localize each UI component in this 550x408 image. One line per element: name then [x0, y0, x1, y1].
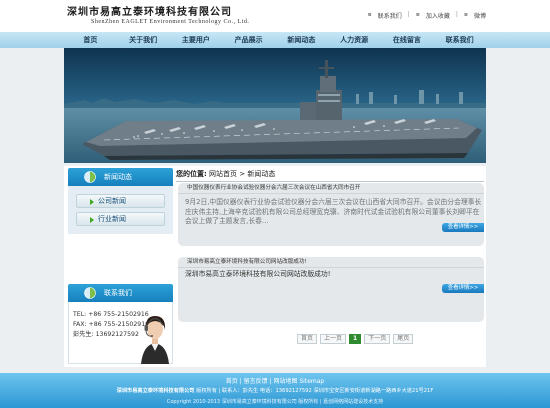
view-details-button[interactable]: 查看详情>>	[442, 223, 484, 232]
sidebar-contact-header: 联系我们	[68, 284, 173, 302]
customer-service-headset-avatar	[141, 316, 169, 364]
nav-item-contact[interactable]: 联系我们	[433, 32, 486, 48]
top-link-bookmark[interactable]: 加入收藏	[426, 11, 450, 20]
news-item: 深圳市易高立泰环境科技有限公司网站改版成功! 深圳市易高立泰环境科技有限公司网站…	[178, 257, 484, 322]
sidebar-news-box: 新闻动态 公司新闻 行业新闻	[68, 168, 173, 234]
breadcrumb-separator: >	[239, 170, 246, 178]
breadcrumb: 您的位置: 网站首页 > 新闻动态	[176, 168, 484, 182]
sidebar-item-label: 行业新闻	[98, 215, 126, 223]
footer-contact-info: 版权所有 | 联系人：彭先生 电话：13692127592 深圳市宝安区新安街道…	[196, 388, 434, 394]
news-title-link[interactable]: 深圳市易高立泰环境科技有限公司网站改版成功!	[178, 257, 484, 268]
nav-item-products[interactable]: 产品展示	[222, 32, 275, 48]
aircraft-carrier-illustration	[64, 48, 486, 163]
pager-prev[interactable]: 上一页	[320, 334, 347, 344]
footer-info: 深圳市易高立泰环境科技有限公司 版权所有 | 联系人：彭先生 电话：136921…	[0, 387, 550, 394]
news-summary: 深圳市易高立泰环境科技有限公司网站改版成功!	[185, 270, 331, 278]
sidebar-contact-info: TEL: +86 755-21502916 FAX: +86 755-21502…	[68, 302, 173, 364]
content-panel: 新闻动态 公司新闻 行业新闻 联系我们 TEL: +86 755-2150291…	[64, 166, 486, 367]
sidebar-contact-title: 联系我们	[104, 289, 132, 297]
top-link-weibo[interactable]: 微博	[474, 11, 486, 20]
main-nav: 首页 关于我们 主要用户 产品展示 新闻动态 人力资源 在线留言 联系我们	[0, 32, 550, 48]
company-name-en: ShenZhen EAGLET Environment Technology C…	[91, 19, 250, 25]
breadcrumb-current: 新闻动态	[247, 170, 276, 178]
breadcrumb-label: 您的位置:	[176, 170, 207, 178]
pager-current-page[interactable]: 1	[349, 334, 362, 344]
nav-item-news[interactable]: 新闻动态	[275, 32, 328, 48]
nav-item-users[interactable]: 主要用户	[170, 32, 223, 48]
footer-company-name: 深圳市易高立泰环境科技有限公司	[116, 388, 195, 394]
breadcrumb-home[interactable]: 网站首页	[209, 170, 237, 178]
sidebar-item-company-news[interactable]: 公司新闻	[76, 194, 165, 208]
company-name-cn: 深圳市易高立泰环境科技有限公司	[67, 7, 232, 18]
globe-disc-icon	[84, 171, 96, 183]
pagination: 首页 上一页 1 下一页 尾页	[297, 334, 414, 344]
nav-item-message[interactable]: 在线留言	[381, 32, 434, 48]
footer-links[interactable]: 首页 | 留言反馈 | 网站地图 Sitemap	[0, 376, 550, 385]
sidebar-news-list: 公司新闻 行业新闻	[68, 186, 173, 234]
triangle-bullet-icon	[90, 199, 94, 205]
top-link-contact[interactable]: 联系我们	[378, 11, 402, 20]
site-header: 深圳市易高立泰环境科技有限公司 ShenZhen EAGLET Environm…	[0, 0, 550, 32]
site-footer: 首页 | 留言反馈 | 网站地图 Sitemap 深圳市易高立泰环境科技有限公司…	[0, 373, 550, 408]
news-summary: 9月2日,中国仪器仪表行业协会试验仪器分会六届三次会议在山西省大同市召开。会议由…	[185, 198, 482, 225]
bullet-icon: ▪	[463, 11, 468, 18]
nav-item-hr[interactable]: 人力资源	[328, 32, 381, 48]
sidebar-contact-box: 联系我们 TEL: +86 755-21502916 FAX: +86 755-…	[68, 284, 173, 364]
news-item: 中国仪器仪表行业协会试验仪器分会六届三次会议在山西省大同市召开 9月2日,中国仪…	[178, 183, 484, 246]
footer-copyright: Copyright 2010-2013 深圳市易高立泰环境科技有限公司 版权所有…	[166, 399, 384, 405]
company-logo[interactable]: 深圳市易高立泰环境科技有限公司 ShenZhen EAGLET Environm…	[67, 3, 249, 25]
news-title-link[interactable]: 中国仪器仪表行业协会试验仪器分会六届三次会议在山西省大同市召开	[178, 183, 484, 194]
view-details-button[interactable]: 查看详情>>	[442, 284, 484, 293]
pager-next[interactable]: 下一页	[364, 334, 391, 344]
pager-first[interactable]: 首页	[297, 334, 318, 344]
divider: |	[455, 11, 458, 18]
sidebar-news-title: 新闻动态	[104, 173, 132, 181]
nav-item-home[interactable]: 首页	[64, 32, 117, 48]
pager-last[interactable]: 尾页	[393, 334, 414, 344]
sidebar-item-industry-news[interactable]: 行业新闻	[76, 212, 165, 226]
globe-disc-icon	[84, 287, 96, 299]
sidebar-item-label: 公司新闻	[98, 197, 126, 205]
main-column: 您的位置: 网站首页 > 新闻动态 中国仪器仪表行业协会试验仪器分会六届三次会议…	[176, 166, 486, 367]
triangle-bullet-icon	[90, 217, 94, 223]
top-links: ▪ 联系我们 | ▪ 加入收藏 | ▪ 微博	[368, 11, 486, 20]
banner-image	[64, 48, 486, 163]
bullet-icon: ▪	[367, 11, 372, 18]
sidebar-news-header: 新闻动态	[68, 168, 173, 186]
nav-item-about[interactable]: 关于我们	[117, 32, 170, 48]
divider: |	[407, 11, 410, 18]
bullet-icon: ▪	[415, 11, 420, 18]
